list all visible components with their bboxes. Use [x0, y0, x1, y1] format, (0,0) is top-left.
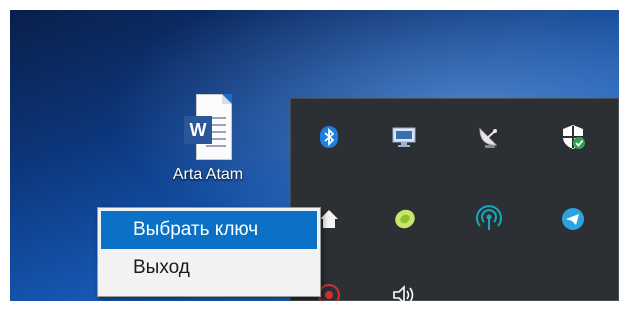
menu-item-exit[interactable]: Выход — [101, 249, 317, 287]
desktop-icon-label: Arta Atam — [172, 166, 244, 183]
word-document-icon: W — [184, 94, 232, 160]
volume-icon[interactable] — [385, 275, 425, 301]
context-menu: Выбрать ключ Выход — [97, 207, 321, 297]
display-settings-icon[interactable] — [385, 117, 425, 157]
tray-overflow-panel — [290, 98, 619, 301]
desktop-icon-word-document[interactable]: W Arta Atam — [158, 94, 258, 184]
menu-item-choose-key[interactable]: Выбрать ключ — [101, 211, 317, 249]
windows-security-icon[interactable] — [553, 117, 593, 157]
bluetooth-icon[interactable] — [309, 117, 349, 157]
desktop: W Arta Atam Выбрать ключ Выход — [10, 10, 619, 301]
satellite-dish-icon[interactable] — [469, 117, 509, 157]
wireless-signal-icon[interactable] — [469, 199, 509, 239]
green-app-icon[interactable] — [385, 199, 425, 239]
telegram-icon[interactable] — [553, 199, 593, 239]
